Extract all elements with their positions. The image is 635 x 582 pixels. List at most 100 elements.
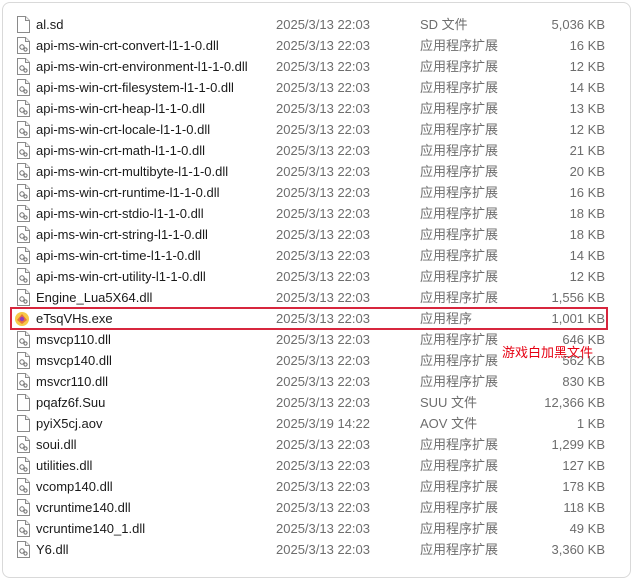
file-row[interactable]: utilities.dll 2025/3/13 22:03 应用程序扩展 127… — [0, 455, 635, 476]
file-type: 应用程序扩展 — [420, 353, 499, 368]
dll-file-icon — [17, 352, 30, 369]
file-row[interactable]: al.sd 2025/3/13 22:03 SD 文件 5,036 KB — [0, 14, 635, 35]
file-name: utilities.dll — [36, 458, 93, 473]
file-type: 应用程序扩展 — [420, 38, 499, 53]
file-size: 1 KB — [576, 416, 605, 431]
dll-file-icon — [17, 58, 30, 75]
file-name: soui.dll — [36, 437, 77, 452]
file-type: 应用程序扩展 — [420, 248, 499, 263]
dll-file-icon — [17, 268, 30, 285]
file-name: Y6.dll — [36, 542, 69, 557]
file-size: 12 KB — [569, 59, 605, 74]
file-type: 应用程序扩展 — [420, 206, 499, 221]
file-size: 18 KB — [569, 206, 605, 221]
file-name: pqafz6f.Suu — [36, 395, 106, 410]
file-icon — [17, 16, 30, 33]
file-row[interactable]: api-ms-win-crt-multibyte-l1-1-0.dll 2025… — [0, 161, 635, 182]
file-row[interactable]: api-ms-win-crt-convert-l1-1-0.dll 2025/3… — [0, 35, 635, 56]
file-size: 127 KB — [562, 458, 605, 473]
dll-file-icon — [17, 184, 30, 201]
file-row[interactable]: vcomp140.dll 2025/3/13 22:03 应用程序扩展 178 … — [0, 476, 635, 497]
file-name: api-ms-win-crt-string-l1-1-0.dll — [36, 227, 208, 242]
file-type: 应用程序扩展 — [420, 185, 499, 200]
file-date: 2025/3/19 14:22 — [276, 416, 370, 431]
file-row[interactable]: vcruntime140_1.dll 2025/3/13 22:03 应用程序扩… — [0, 518, 635, 539]
file-name: api-ms-win-crt-filesystem-l1-1-0.dll — [36, 80, 234, 95]
file-size: 20 KB — [569, 164, 605, 179]
file-type: 应用程序扩展 — [420, 500, 499, 515]
file-type: 应用程序扩展 — [420, 437, 499, 452]
file-row[interactable]: msvcr110.dll 2025/3/13 22:03 应用程序扩展 830 … — [0, 371, 635, 392]
file-row[interactable]: vcruntime140.dll 2025/3/13 22:03 应用程序扩展 … — [0, 497, 635, 518]
file-size: 12,366 KB — [544, 395, 605, 410]
highlight-box — [10, 307, 608, 330]
file-type: 应用程序扩展 — [420, 542, 499, 557]
file-name: vcomp140.dll — [36, 479, 113, 494]
file-type: 应用程序扩展 — [420, 269, 499, 284]
file-row[interactable]: api-ms-win-crt-locale-l1-1-0.dll 2025/3/… — [0, 119, 635, 140]
file-row[interactable]: api-ms-win-crt-heap-l1-1-0.dll 2025/3/13… — [0, 98, 635, 119]
file-row[interactable]: api-ms-win-crt-math-l1-1-0.dll 2025/3/13… — [0, 140, 635, 161]
file-name: api-ms-win-crt-time-l1-1-0.dll — [36, 248, 201, 263]
file-name: al.sd — [36, 17, 64, 32]
file-row[interactable]: api-ms-win-crt-runtime-l1-1-0.dll 2025/3… — [0, 182, 635, 203]
file-name: msvcp110.dll — [36, 332, 111, 347]
file-icon — [17, 394, 30, 411]
dll-file-icon — [17, 373, 30, 390]
file-date: 2025/3/13 22:03 — [276, 269, 370, 284]
file-name: api-ms-win-crt-utility-l1-1-0.dll — [36, 269, 206, 284]
dll-file-icon — [17, 121, 30, 138]
file-type: AOV 文件 — [420, 416, 478, 431]
file-size: 1,299 KB — [551, 437, 606, 452]
dll-file-icon — [17, 247, 30, 264]
file-date: 2025/3/13 22:03 — [276, 101, 370, 116]
file-type: SD 文件 — [420, 17, 468, 32]
file-row[interactable]: Engine_Lua5X64.dll 2025/3/13 22:03 应用程序扩… — [0, 287, 635, 308]
file-date: 2025/3/13 22:03 — [276, 437, 370, 452]
file-date: 2025/3/13 22:03 — [276, 332, 370, 347]
file-name: api-ms-win-crt-heap-l1-1-0.dll — [36, 101, 206, 116]
file-row[interactable]: api-ms-win-crt-string-l1-1-0.dll 2025/3/… — [0, 224, 635, 245]
file-size: 16 KB — [569, 185, 605, 200]
file-row[interactable]: api-ms-win-crt-filesystem-l1-1-0.dll 202… — [0, 77, 635, 98]
file-size: 118 KB — [563, 500, 605, 515]
file-list: al.sd 2025/3/13 22:03 SD 文件 5,036 KB api… — [0, 14, 635, 560]
file-type: 应用程序扩展 — [420, 164, 499, 179]
annotation-label: 游戏白加黑文件 — [502, 345, 594, 360]
file-date: 2025/3/13 22:03 — [276, 500, 370, 515]
file-type: 应用程序扩展 — [420, 227, 499, 242]
file-row[interactable]: pyiX5cj.aov 2025/3/19 14:22 AOV 文件 1 KB — [0, 413, 635, 434]
file-date: 2025/3/13 22:03 — [276, 521, 370, 536]
dll-file-icon — [17, 79, 30, 96]
dll-file-icon — [17, 499, 30, 516]
file-size: 1,556 KB — [551, 290, 606, 305]
file-row[interactable]: soui.dll 2025/3/13 22:03 应用程序扩展 1,299 KB — [0, 434, 635, 455]
file-date: 2025/3/13 22:03 — [276, 164, 370, 179]
dll-file-icon — [17, 100, 30, 117]
dll-file-icon — [17, 457, 30, 474]
file-name: msvcr110.dll — [36, 374, 109, 389]
file-row[interactable]: api-ms-win-crt-utility-l1-1-0.dll 2025/3… — [0, 266, 635, 287]
file-row[interactable]: api-ms-win-crt-time-l1-1-0.dll 2025/3/13… — [0, 245, 635, 266]
file-type: 应用程序扩展 — [420, 80, 499, 95]
file-type: 应用程序扩展 — [420, 521, 499, 536]
file-type: 应用程序扩展 — [420, 479, 499, 494]
file-icon — [17, 415, 30, 432]
file-type: 应用程序扩展 — [420, 374, 499, 389]
file-date: 2025/3/13 22:03 — [276, 80, 370, 95]
file-date: 2025/3/13 22:03 — [276, 290, 370, 305]
file-type: 应用程序扩展 — [420, 290, 499, 305]
file-type: 应用程序扩展 — [420, 101, 499, 116]
file-size: 21 KB — [569, 143, 605, 158]
dll-file-icon — [17, 520, 30, 537]
file-row[interactable]: api-ms-win-crt-stdio-l1-1-0.dll 2025/3/1… — [0, 203, 635, 224]
file-date: 2025/3/13 22:03 — [276, 395, 370, 410]
file-date: 2025/3/13 22:03 — [276, 542, 370, 557]
dll-file-icon — [17, 436, 30, 453]
file-row[interactable]: api-ms-win-crt-environment-l1-1-0.dll 20… — [0, 56, 635, 77]
file-row[interactable]: Y6.dll 2025/3/13 22:03 应用程序扩展 3,360 KB — [0, 539, 635, 560]
file-date: 2025/3/13 22:03 — [276, 38, 370, 53]
file-row[interactable]: pqafz6f.Suu 2025/3/13 22:03 SUU 文件 12,36… — [0, 392, 635, 413]
file-type: 应用程序扩展 — [420, 122, 499, 137]
file-name: api-ms-win-crt-runtime-l1-1-0.dll — [36, 185, 220, 200]
